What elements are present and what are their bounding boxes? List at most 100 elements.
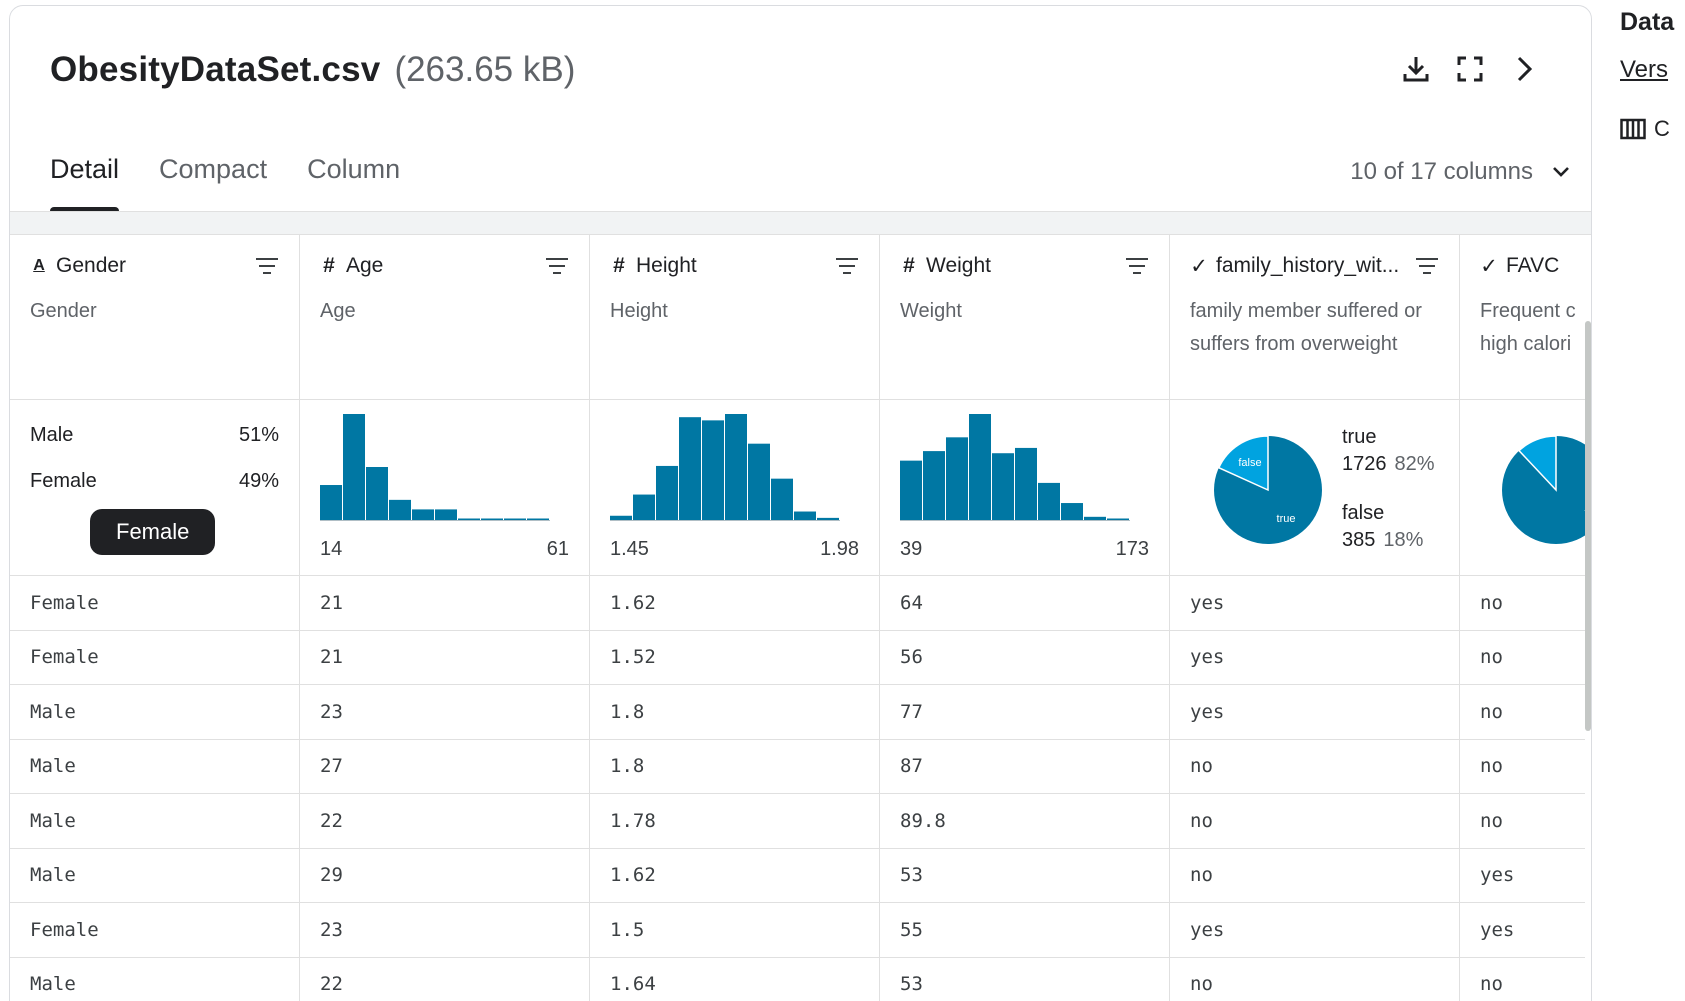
table-cell: Female: [10, 576, 300, 631]
table-cell: yes: [1170, 630, 1460, 685]
category-row[interactable]: Female 49%: [30, 470, 279, 493]
histogram-bar[interactable]: [481, 518, 503, 521]
histogram-bar[interactable]: [725, 414, 747, 520]
histogram-bar[interactable]: [435, 509, 457, 520]
numeric-type-icon: #: [613, 254, 625, 277]
file-size: (263.65 kB): [394, 50, 576, 89]
chevron-right-icon[interactable]: [1509, 54, 1539, 84]
table-cell: Male: [10, 848, 300, 903]
string-type-icon: A: [33, 257, 45, 274]
column-header-favc[interactable]: ✓ FAVC Frequent c high calori: [1460, 235, 1585, 400]
column-header-weight[interactable]: # Weight Weight: [880, 235, 1170, 400]
histogram-bar[interactable]: [702, 420, 724, 520]
height-histogram: 1.45 1.98: [590, 400, 880, 576]
histogram-bar[interactable]: [1084, 516, 1106, 520]
histogram-bar[interactable]: [633, 494, 655, 520]
histogram-bar[interactable]: [366, 467, 388, 520]
histogram-bar[interactable]: [679, 417, 701, 520]
histogram-bar[interactable]: [343, 414, 365, 520]
columns-icon: [1620, 118, 1646, 140]
weight-histogram: 39 173: [880, 400, 1170, 576]
view-tabs: Detail Compact Column: [50, 154, 400, 213]
table-cell: 53: [880, 957, 1170, 1001]
histogram-bar[interactable]: [1107, 518, 1129, 521]
range-max: 1.98: [820, 538, 859, 560]
age-histogram: 14 61: [300, 400, 590, 576]
histogram-bar[interactable]: [458, 518, 480, 521]
sidebar-version-link[interactable]: Vers: [1620, 56, 1668, 84]
column-count-dropdown[interactable]: 10 of 17 columns: [1350, 158, 1571, 186]
column-header-family-history[interactable]: ✓ family_history_wit... family member suf…: [1170, 235, 1460, 400]
table-cell: 64: [880, 576, 1170, 631]
legend-false-count: 385: [1342, 529, 1376, 551]
histogram-bar[interactable]: [771, 478, 793, 520]
category-row[interactable]: Male 51%: [30, 424, 279, 447]
column-description: Weight: [900, 300, 962, 322]
numeric-type-icon: #: [903, 254, 915, 277]
histogram-bar[interactable]: [992, 453, 1014, 520]
file-title: ObesityDataSet.csv (263.65 kB): [50, 50, 575, 90]
column-header-age[interactable]: # Age Age: [300, 235, 590, 400]
histogram-bar[interactable]: [527, 518, 549, 521]
pie-label-false: false: [1238, 457, 1261, 469]
histogram-bar[interactable]: [748, 443, 770, 520]
histogram-bar[interactable]: [389, 499, 411, 520]
range-max: 173: [1115, 538, 1149, 560]
sidebar-columns-item[interactable]: C: [1620, 116, 1670, 142]
histogram-bar[interactable]: [1061, 503, 1083, 520]
histogram-bar[interactable]: [320, 485, 342, 520]
table-cell: no: [1170, 739, 1460, 794]
histogram-chart: [610, 414, 840, 521]
tooltip: Female: [90, 509, 216, 555]
histogram-bar[interactable]: [900, 460, 922, 520]
sort-icon[interactable]: [1125, 257, 1149, 275]
pie-chart: true: [1502, 435, 1585, 544]
histogram-bar[interactable]: [817, 517, 839, 520]
histogram-bar[interactable]: [946, 437, 968, 520]
column-name: Age: [346, 254, 384, 277]
table-cell: 27: [300, 739, 590, 794]
table-cell: 1.64: [590, 957, 880, 1001]
sort-icon[interactable]: [255, 257, 279, 275]
tab-detail[interactable]: Detail: [50, 154, 120, 213]
histogram-bar[interactable]: [794, 511, 816, 520]
table-cell: no: [1460, 685, 1585, 740]
vertical-scrollbar[interactable]: [1585, 321, 1591, 731]
tab-compact[interactable]: Compact: [159, 154, 267, 213]
dataset-preview-card: ObesityDataSet.csv (263.65 kB) Detail Co…: [9, 5, 1592, 1001]
sort-icon[interactable]: [545, 257, 569, 275]
sort-icon[interactable]: [835, 257, 859, 275]
table-cell: no: [1460, 794, 1585, 849]
download-icon[interactable]: [1401, 54, 1431, 84]
histogram-bar[interactable]: [923, 451, 945, 520]
column-name: Height: [636, 254, 697, 277]
sort-icon[interactable]: [1415, 257, 1439, 275]
histogram-bar[interactable]: [656, 465, 678, 520]
chevron-down-icon: [1553, 167, 1569, 177]
column-description: Age: [320, 300, 356, 322]
histogram-bar[interactable]: [610, 515, 632, 520]
table-cell: 1.78: [590, 794, 880, 849]
column-header-gender[interactable]: A Gender Gender: [10, 235, 300, 400]
table-cell: 1.8: [590, 685, 880, 740]
data-table: A Gender Gender # Age Age # Height Height: [10, 235, 1585, 1001]
histogram-bar[interactable]: [969, 414, 991, 520]
fullscreen-icon[interactable]: [1455, 54, 1485, 84]
column-header-height[interactable]: # Height Height: [590, 235, 880, 400]
tab-column[interactable]: Column: [307, 154, 400, 213]
range-min: 39: [900, 538, 923, 560]
histogram-bar[interactable]: [1015, 447, 1037, 520]
table-cell: no: [1460, 958, 1585, 1001]
sidebar-columns-label: C: [1654, 116, 1670, 141]
histogram-bar[interactable]: [1038, 482, 1060, 520]
legend-true-label: true: [1342, 426, 1377, 448]
family-history-pie: true false true 1726 82% false 385 18%: [1170, 400, 1460, 576]
table-cell: 77: [880, 685, 1170, 740]
table-cell: yes: [1170, 576, 1460, 631]
table-cell: yes: [1170, 685, 1460, 740]
histogram-bar[interactable]: [412, 509, 434, 520]
gender-summary: Male 51% Female 49% Female: [10, 400, 300, 576]
histogram-bar[interactable]: [504, 518, 526, 521]
header-actions: [1401, 54, 1539, 84]
table-cell: 1.5: [590, 903, 880, 958]
